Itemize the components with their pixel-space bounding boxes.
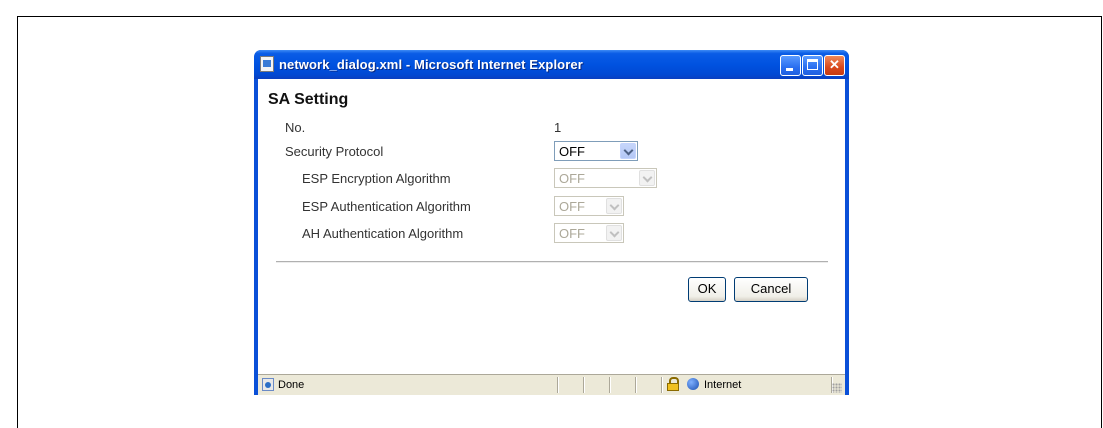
dialog-content: SA Setting No. 1 Security Protocol OFF E…: [258, 79, 845, 374]
esp-encryption-label: ESP Encryption Algorithm: [302, 171, 451, 186]
no-label: No.: [285, 120, 306, 135]
ah-auth-value: OFF: [559, 226, 585, 241]
esp-auth-select: OFF: [554, 196, 624, 216]
title-bar[interactable]: network_dialog.xml - Microsoft Internet …: [254, 50, 849, 79]
esp-auth-label: ESP Authentication Algorithm: [302, 199, 471, 214]
globe-icon: [687, 378, 699, 390]
page-title: SA Setting: [268, 91, 349, 108]
ah-auth-select: OFF: [554, 223, 624, 243]
ah-auth-label: AH Authentication Algorithm: [302, 226, 464, 241]
security-protocol-label: Security Protocol: [285, 144, 384, 159]
chevron-down-icon: [606, 225, 622, 241]
status-separator: [635, 377, 636, 393]
status-separator: [609, 377, 610, 393]
chevron-down-icon[interactable]: [620, 143, 636, 159]
divider: [276, 261, 828, 263]
status-separator: [583, 377, 584, 393]
ie-window: network_dialog.xml - Microsoft Internet …: [254, 50, 849, 395]
status-bar: Done Internet: [258, 374, 845, 395]
ok-button[interactable]: OK: [688, 277, 726, 302]
minimize-button[interactable]: [780, 55, 801, 76]
security-protocol-select[interactable]: OFF: [554, 141, 638, 161]
cancel-button[interactable]: Cancel: [734, 277, 808, 302]
page-done-icon: [262, 378, 274, 391]
no-value: 1: [554, 120, 562, 135]
maximize-button[interactable]: [802, 55, 823, 76]
security-zone[interactable]: Internet: [704, 379, 741, 391]
status-text: Done: [278, 379, 305, 391]
chevron-down-icon: [639, 170, 655, 186]
lock-icon[interactable]: [667, 377, 679, 391]
window-title: network_dialog.xml - Microsoft Internet …: [279, 57, 583, 72]
esp-encryption-value: OFF: [559, 171, 585, 186]
esp-auth-value: OFF: [559, 199, 585, 214]
esp-encryption-select: OFF: [554, 168, 657, 188]
close-button[interactable]: ✕: [824, 55, 845, 76]
status-separator: [557, 377, 558, 393]
ie-page-icon: [260, 56, 274, 72]
resize-grip-icon[interactable]: [832, 383, 842, 393]
status-separator: [661, 377, 662, 393]
chevron-down-icon: [606, 198, 622, 214]
security-protocol-value: OFF: [559, 144, 585, 159]
